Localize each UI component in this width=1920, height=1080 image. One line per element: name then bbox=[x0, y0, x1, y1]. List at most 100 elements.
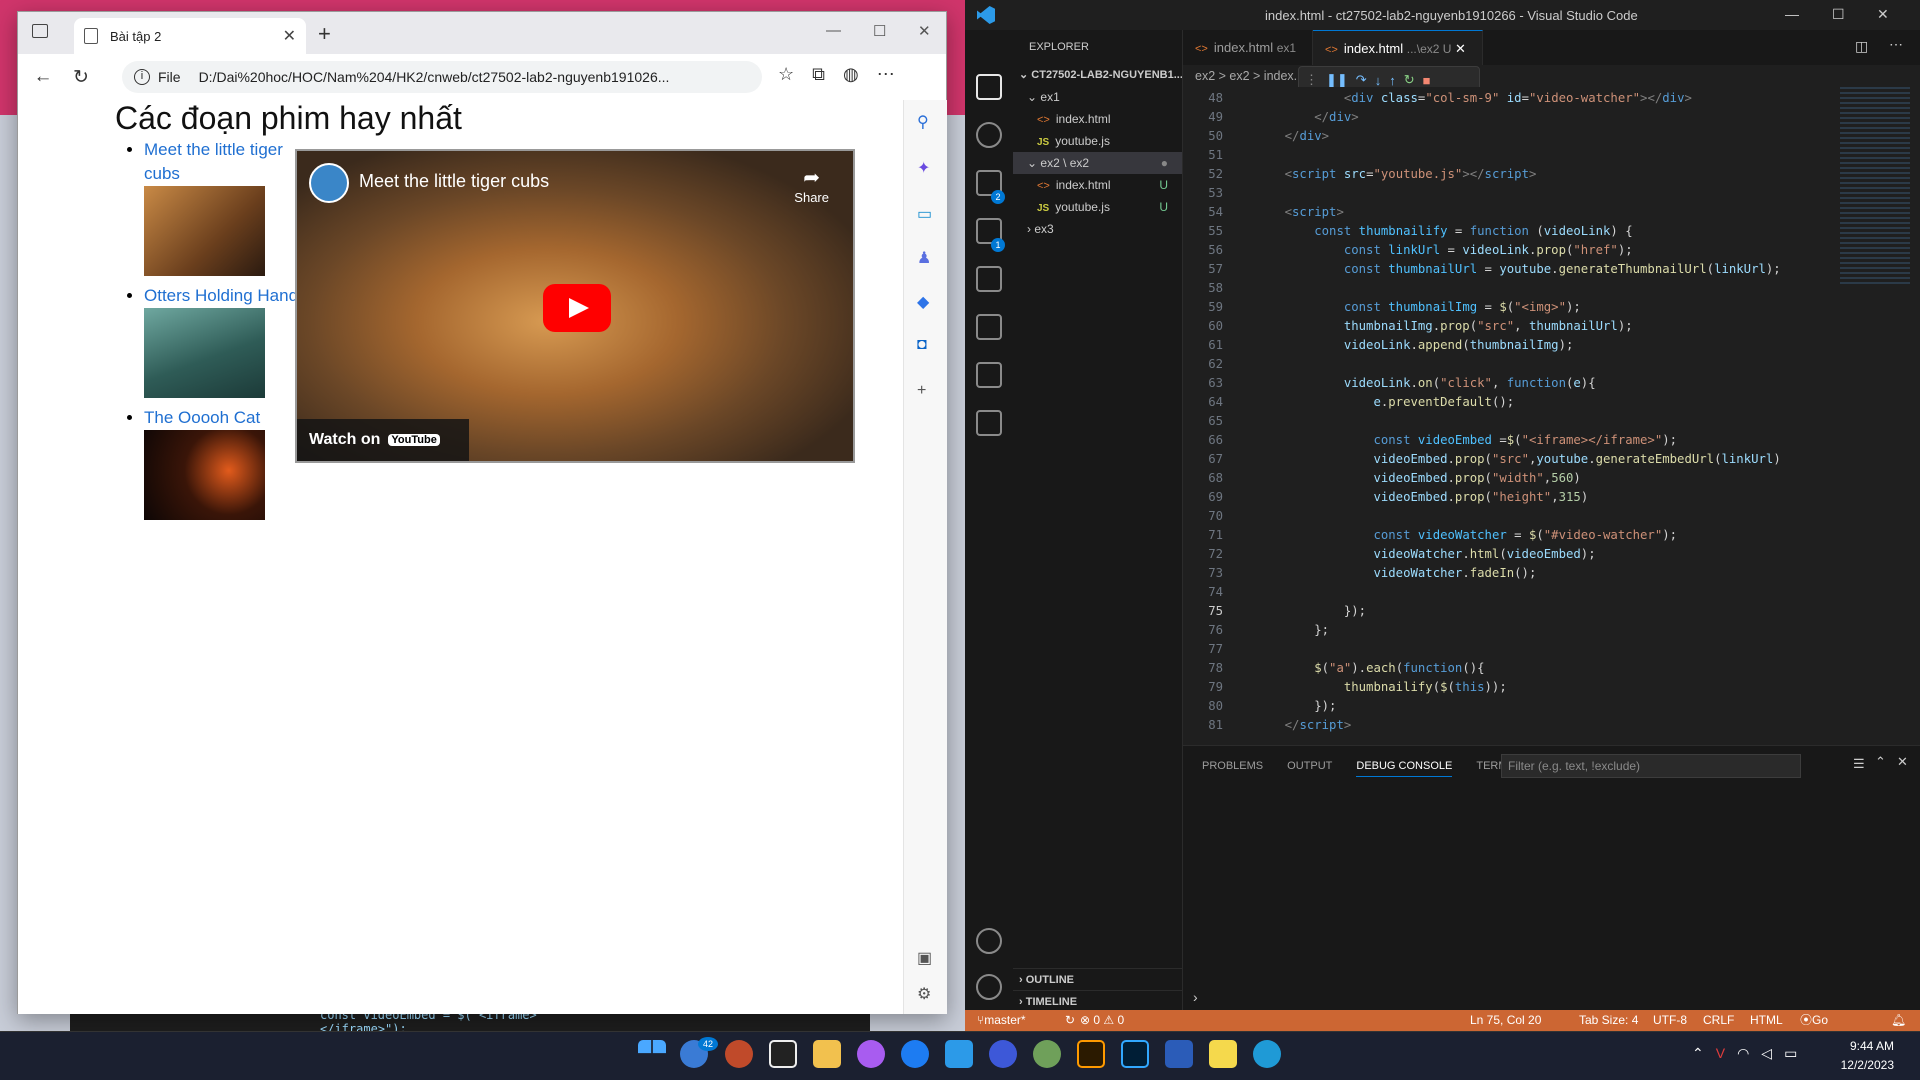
workspace-folder[interactable]: ⌄ CT27502-LAB2-NGUYENB1... bbox=[1013, 64, 1182, 86]
settings-icon[interactable]: ⚙ bbox=[917, 984, 931, 1004]
play-button[interactable] bbox=[543, 284, 611, 332]
maximize-icon[interactable]: ☐ bbox=[873, 22, 886, 40]
code-line[interactable]: const thumbnailUrl = youtube.generateThu… bbox=[1255, 262, 1781, 276]
illustrator-icon[interactable] bbox=[1077, 1040, 1105, 1068]
channel-avatar[interactable] bbox=[309, 163, 349, 203]
more-icon[interactable]: ⋯ bbox=[877, 64, 895, 85]
code-line[interactable]: thumbnailify($(this)); bbox=[1255, 680, 1507, 694]
code-line[interactable]: videoEmbed.prop("width",560) bbox=[1255, 471, 1580, 485]
video-thumbnail[interactable] bbox=[144, 430, 265, 520]
app-tray-icon[interactable]: V bbox=[1716, 1045, 1725, 1062]
profile-icon[interactable]: ◍ bbox=[843, 64, 859, 85]
branch-indicator[interactable]: ⑂ master* bbox=[977, 1010, 1026, 1031]
code-editor[interactable]: 48 <div class="col-sm-9" id="video-watch… bbox=[1183, 87, 1920, 745]
tree-folder[interactable]: ⌄ ex1 bbox=[1013, 86, 1182, 108]
battery-icon[interactable]: ▭ bbox=[1784, 1045, 1797, 1062]
code-line[interactable]: <div class="col-sm-9" id="video-watcher"… bbox=[1255, 91, 1692, 105]
console-prompt-icon[interactable]: › bbox=[1193, 989, 1198, 1005]
pause-icon[interactable]: ❚❚ bbox=[1326, 72, 1348, 88]
tree-file[interactable]: JS youtube.js U bbox=[1013, 196, 1182, 218]
manage-icon[interactable] bbox=[976, 974, 1002, 1000]
remote-explorer-icon[interactable] bbox=[976, 314, 1002, 340]
vscode-icon[interactable] bbox=[945, 1040, 973, 1068]
code-line[interactable]: </div> bbox=[1255, 110, 1358, 124]
tree-file[interactable]: <> index.html U bbox=[1013, 174, 1182, 196]
browser-tab[interactable]: Bài tập 2 ✕ bbox=[74, 18, 306, 54]
code-line[interactable]: $("a").each(function(){ bbox=[1255, 661, 1484, 675]
code-line[interactable]: <script src="youtube.js"></script> bbox=[1255, 167, 1537, 181]
step-over-icon[interactable]: ↷ bbox=[1356, 72, 1367, 88]
share-button[interactable]: ➦ Share bbox=[794, 165, 829, 205]
tree-file[interactable]: <> index.html bbox=[1013, 108, 1182, 130]
timeline-section[interactable]: › TIMELINE bbox=[1013, 990, 1182, 1012]
app-icon[interactable] bbox=[989, 1040, 1017, 1068]
close-window-icon[interactable]: ✕ bbox=[1877, 6, 1889, 23]
photoshop-icon[interactable] bbox=[1121, 1040, 1149, 1068]
code-line[interactable]: const thumbnailImg = $("<img>"); bbox=[1255, 300, 1581, 314]
tree-folder[interactable]: ⌄ ex2 \ ex2 ● bbox=[1013, 152, 1182, 174]
code-line[interactable]: e.preventDefault(); bbox=[1255, 395, 1514, 409]
watch-on-youtube[interactable]: Watch on YouTube bbox=[297, 419, 469, 461]
code-line[interactable]: }; bbox=[1255, 623, 1329, 637]
tab-output[interactable]: OUTPUT bbox=[1287, 760, 1332, 777]
clock[interactable]: 9:44 AM 12/2/2023 bbox=[1841, 1037, 1894, 1075]
volume-icon[interactable]: ◁ bbox=[1761, 1045, 1772, 1062]
sync-icon[interactable]: ↻ bbox=[1065, 1010, 1075, 1031]
stop-icon[interactable]: ■ bbox=[1423, 73, 1431, 88]
edge-icon[interactable] bbox=[1253, 1040, 1281, 1068]
code-line[interactable]: </div> bbox=[1255, 129, 1329, 143]
close-panel-icon[interactable]: ✕ bbox=[1897, 754, 1908, 770]
account-icon[interactable] bbox=[976, 928, 1002, 954]
refresh-icon[interactable]: ↻ bbox=[62, 66, 100, 89]
clear-console-icon[interactable]: ☰ bbox=[1853, 756, 1865, 772]
video-thumbnail[interactable] bbox=[144, 308, 265, 398]
breadcrumb[interactable]: ex2 > ex2 > index.html > html > body > s… bbox=[1183, 65, 1920, 87]
video-thumbnail[interactable] bbox=[144, 186, 265, 276]
start-icon[interactable] bbox=[638, 1040, 666, 1054]
add-icon[interactable]: + bbox=[917, 382, 926, 400]
search-icon[interactable]: ⚲ bbox=[917, 112, 929, 132]
outline-section[interactable]: › OUTLINE bbox=[1013, 968, 1182, 990]
chevron-up-icon[interactable]: ⌃ bbox=[1692, 1045, 1704, 1062]
explorer-icon[interactable] bbox=[976, 74, 1002, 100]
outlook-icon[interactable]: ◘ bbox=[917, 336, 927, 354]
language-mode[interactable]: HTML bbox=[1750, 1010, 1783, 1031]
code-line[interactable]: videoLink.on("click", function(e){ bbox=[1255, 376, 1596, 390]
code-line[interactable]: videoWatcher.html(videoEmbed); bbox=[1255, 547, 1595, 561]
code-line[interactable]: videoWatcher.fadeIn(); bbox=[1255, 566, 1536, 580]
code-line[interactable]: videoEmbed.prop("src",youtube.generateEm… bbox=[1255, 452, 1780, 466]
filter-input[interactable]: Filter (e.g. text, !exclude) bbox=[1501, 754, 1801, 778]
copilot-icon[interactable]: ✦ bbox=[917, 158, 930, 178]
code-line[interactable]: const videoEmbed =$("<iframe></iframe>")… bbox=[1255, 433, 1677, 447]
editor-tab-active[interactable]: <> index.html ...\ex2 U ✕ bbox=[1313, 30, 1483, 65]
notion-icon[interactable] bbox=[769, 1040, 797, 1068]
address-bar[interactable]: i File D:/Dai%20hoc/HOC/Nam%204/HK2/cnwe… bbox=[122, 61, 762, 93]
video-player[interactable]: Meet the little tiger cubs ➦ Share Watch… bbox=[295, 149, 855, 463]
go-live-button[interactable]: ⦿ Go Live bbox=[1800, 1010, 1834, 1048]
restart-icon[interactable]: ↻ bbox=[1404, 72, 1415, 88]
player-title[interactable]: Meet the little tiger cubs bbox=[359, 171, 549, 192]
encoding[interactable]: UTF-8 bbox=[1653, 1010, 1687, 1031]
tab-debug-console[interactable]: DEBUG CONSOLE bbox=[1356, 760, 1453, 777]
close-tab-icon[interactable]: ✕ bbox=[1455, 41, 1466, 56]
code-line[interactable]: const linkUrl = videoLink.prop("href"); bbox=[1255, 243, 1633, 257]
shopping-icon[interactable]: ▭ bbox=[917, 204, 932, 224]
code-line[interactable]: }); bbox=[1255, 604, 1366, 618]
zalo-icon[interactable] bbox=[901, 1040, 929, 1068]
notepad-icon[interactable] bbox=[1209, 1040, 1237, 1068]
testing-icon[interactable] bbox=[976, 362, 1002, 388]
problems-indicator[interactable]: ⊗ 0 ⚠ 0 bbox=[1080, 1010, 1124, 1031]
eol[interactable]: CRLF bbox=[1703, 1010, 1734, 1031]
file-explorer-icon[interactable] bbox=[813, 1040, 841, 1068]
tab-actions-icon[interactable] bbox=[32, 24, 48, 38]
minimize-icon[interactable]: — bbox=[826, 22, 841, 39]
tab-size[interactable]: Tab Size: 4 bbox=[1579, 1010, 1638, 1031]
video-link[interactable]: Meet the little tiger cubs bbox=[144, 140, 283, 183]
new-tab-icon[interactable]: + bbox=[318, 21, 331, 47]
code-line[interactable]: videoEmbed.prop("height",315) bbox=[1255, 490, 1588, 504]
browser-icon[interactable] bbox=[1033, 1040, 1061, 1068]
app-icon[interactable] bbox=[725, 1040, 753, 1068]
video-link[interactable]: The Ooooh Cat bbox=[144, 408, 260, 427]
tree-folder[interactable]: › ex3 bbox=[1013, 218, 1182, 240]
close-window-icon[interactable]: ✕ bbox=[918, 22, 931, 40]
